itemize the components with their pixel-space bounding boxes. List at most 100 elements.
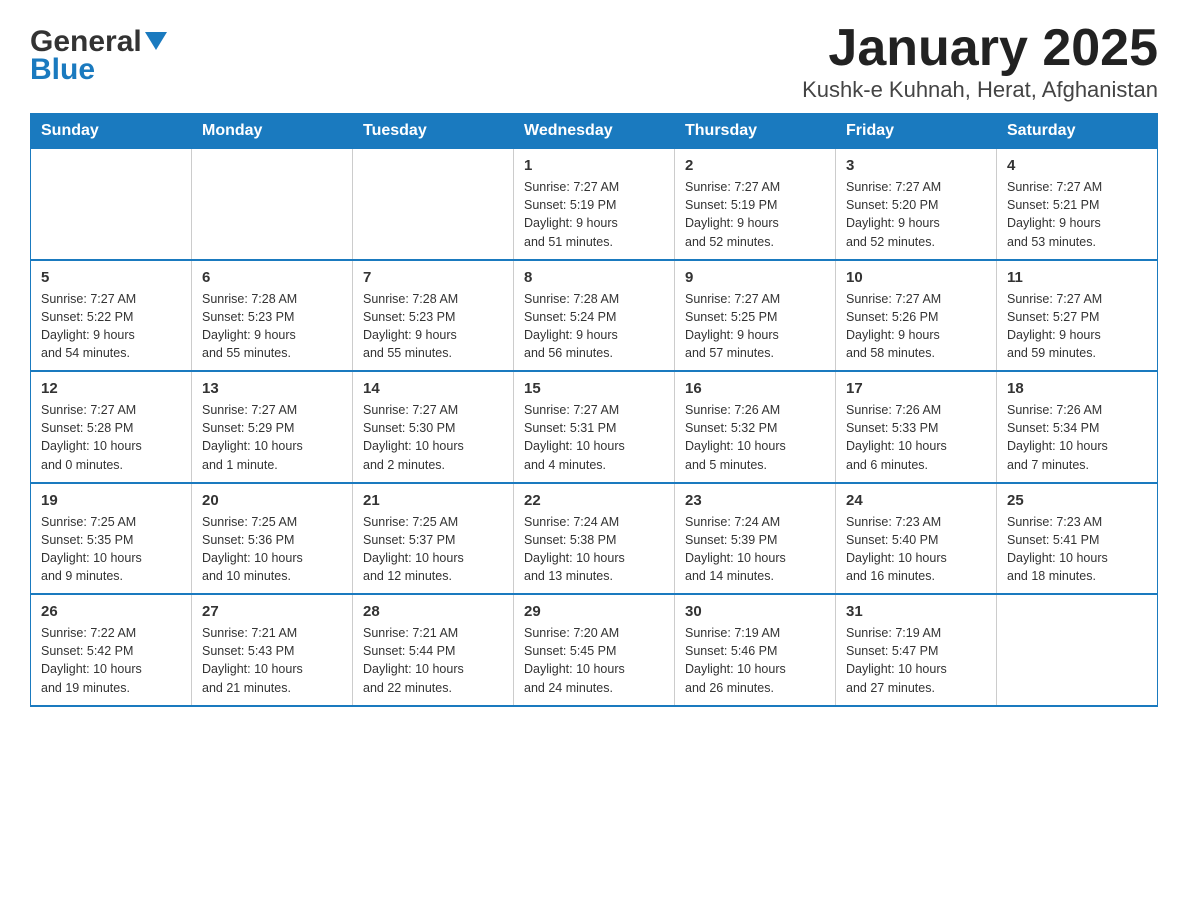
- day-info: Sunrise: 7:27 AMSunset: 5:31 PMDaylight:…: [524, 401, 664, 474]
- days-of-week-row: Sunday Monday Tuesday Wednesday Thursday…: [31, 114, 1158, 149]
- day-info: Sunrise: 7:27 AMSunset: 5:27 PMDaylight:…: [1007, 290, 1147, 363]
- logo-blue-text: Blue: [30, 53, 95, 87]
- day-info: Sunrise: 7:21 AMSunset: 5:44 PMDaylight:…: [363, 624, 503, 697]
- week-row-3: 12 Sunrise: 7:27 AMSunset: 5:28 PMDayligh…: [31, 371, 1158, 483]
- calendar-cell: 28Sunrise: 7:21 AMSunset: 5:44 PMDayligh…: [353, 594, 514, 706]
- day-number: 18: [1007, 380, 1147, 397]
- day-info: Sunrise: 7:27 AMSunset: 5:26 PMDaylight:…: [846, 290, 986, 363]
- day-number: 14: [363, 380, 503, 397]
- calendar-cell: 1 Sunrise: 7:27 AMSunset: 5:19 PMDaylight…: [514, 149, 675, 260]
- col-thursday: Thursday: [675, 114, 836, 149]
- calendar-cell: 13Sunrise: 7:27 AMSunset: 5:29 PMDayligh…: [192, 371, 353, 483]
- calendar-body: 1 Sunrise: 7:27 AMSunset: 5:19 PMDaylight…: [31, 149, 1158, 706]
- calendar-cell: 10Sunrise: 7:27 AMSunset: 5:26 PMDayligh…: [836, 260, 997, 372]
- calendar-table: Sunday Monday Tuesday Wednesday Thursday…: [30, 113, 1158, 707]
- calendar-cell: [192, 149, 353, 260]
- calendar-cell: 12 Sunrise: 7:27 AMSunset: 5:28 PMDayligh…: [31, 371, 192, 483]
- col-sunday: Sunday: [31, 114, 192, 149]
- week-row-1: 1 Sunrise: 7:27 AMSunset: 5:19 PMDaylight…: [31, 149, 1158, 260]
- day-info: Sunrise: 7:26 AMSunset: 5:32 PMDaylight:…: [685, 401, 825, 474]
- calendar-header: Sunday Monday Tuesday Wednesday Thursday…: [31, 114, 1158, 149]
- calendar-cell: 31 Sunrise: 7:19 AMSunset: 5:47 PMDayligh…: [836, 594, 997, 706]
- calendar-cell: 19 Sunrise: 7:25 AMSunset: 5:35 PMDayligh…: [31, 483, 192, 595]
- day-number: 4: [1007, 157, 1147, 174]
- day-info: Sunrise: 7:28 AMSunset: 5:23 PMDaylight:…: [202, 290, 342, 363]
- calendar-cell: 22Sunrise: 7:24 AMSunset: 5:38 PMDayligh…: [514, 483, 675, 595]
- day-number: 11: [1007, 269, 1147, 286]
- day-info: Sunrise: 7:23 AMSunset: 5:41 PMDaylight:…: [1007, 513, 1147, 586]
- day-info: Sunrise: 7:21 AMSunset: 5:43 PMDaylight:…: [202, 624, 342, 697]
- day-number: 23: [685, 492, 825, 509]
- day-info: Sunrise: 7:19 AMSunset: 5:47 PMDaylight:…: [846, 624, 986, 697]
- day-info: Sunrise: 7:27 AMSunset: 5:19 PMDaylight:…: [685, 178, 825, 251]
- week-row-5: 26 Sunrise: 7:22 AMSunset: 5:42 PMDayligh…: [31, 594, 1158, 706]
- calendar-cell: 30Sunrise: 7:19 AMSunset: 5:46 PMDayligh…: [675, 594, 836, 706]
- calendar-cell: 25Sunrise: 7:23 AMSunset: 5:41 PMDayligh…: [997, 483, 1158, 595]
- col-tuesday: Tuesday: [353, 114, 514, 149]
- day-info: Sunrise: 7:26 AMSunset: 5:34 PMDaylight:…: [1007, 401, 1147, 474]
- col-wednesday: Wednesday: [514, 114, 675, 149]
- calendar-cell: 16 Sunrise: 7:26 AMSunset: 5:32 PMDayligh…: [675, 371, 836, 483]
- calendar-cell: [31, 149, 192, 260]
- calendar-cell: 23Sunrise: 7:24 AMSunset: 5:39 PMDayligh…: [675, 483, 836, 595]
- day-info: Sunrise: 7:22 AMSunset: 5:42 PMDaylight:…: [41, 624, 181, 697]
- col-monday: Monday: [192, 114, 353, 149]
- day-number: 8: [524, 269, 664, 286]
- week-row-4: 19 Sunrise: 7:25 AMSunset: 5:35 PMDayligh…: [31, 483, 1158, 595]
- title-block: January 2025 Kushk-e Kuhnah, Herat, Afgh…: [802, 20, 1158, 103]
- day-number: 1: [524, 157, 664, 174]
- calendar-cell: 4 Sunrise: 7:27 AMSunset: 5:21 PMDaylight…: [997, 149, 1158, 260]
- calendar-cell: 9Sunrise: 7:27 AMSunset: 5:25 PMDaylight…: [675, 260, 836, 372]
- calendar-cell: 29 Sunrise: 7:20 AMSunset: 5:45 PMDayligh…: [514, 594, 675, 706]
- col-friday: Friday: [836, 114, 997, 149]
- week-row-2: 5Sunrise: 7:27 AMSunset: 5:22 PMDaylight…: [31, 260, 1158, 372]
- day-number: 5: [41, 269, 181, 286]
- logo-triangle-icon: [145, 32, 167, 50]
- page-title: January 2025: [802, 20, 1158, 77]
- logo: General Blue: [30, 20, 167, 87]
- calendar-cell: 21Sunrise: 7:25 AMSunset: 5:37 PMDayligh…: [353, 483, 514, 595]
- day-number: 26: [41, 603, 181, 620]
- day-info: Sunrise: 7:27 AMSunset: 5:30 PMDaylight:…: [363, 401, 503, 474]
- day-number: 29: [524, 603, 664, 620]
- calendar-cell: 11 Sunrise: 7:27 AMSunset: 5:27 PMDayligh…: [997, 260, 1158, 372]
- calendar-cell: 3 Sunrise: 7:27 AMSunset: 5:20 PMDaylight…: [836, 149, 997, 260]
- day-number: 16: [685, 380, 825, 397]
- day-number: 19: [41, 492, 181, 509]
- day-info: Sunrise: 7:24 AMSunset: 5:38 PMDaylight:…: [524, 513, 664, 586]
- day-number: 15: [524, 380, 664, 397]
- day-info: Sunrise: 7:27 AMSunset: 5:19 PMDaylight:…: [524, 178, 664, 251]
- day-number: 13: [202, 380, 342, 397]
- day-number: 20: [202, 492, 342, 509]
- calendar-cell: [353, 149, 514, 260]
- day-number: 24: [846, 492, 986, 509]
- day-info: Sunrise: 7:20 AMSunset: 5:45 PMDaylight:…: [524, 624, 664, 697]
- day-info: Sunrise: 7:25 AMSunset: 5:35 PMDaylight:…: [41, 513, 181, 586]
- calendar-cell: 24 Sunrise: 7:23 AMSunset: 5:40 PMDayligh…: [836, 483, 997, 595]
- day-number: 7: [363, 269, 503, 286]
- calendar-cell: 26 Sunrise: 7:22 AMSunset: 5:42 PMDayligh…: [31, 594, 192, 706]
- calendar-cell: 27 Sunrise: 7:21 AMSunset: 5:43 PMDayligh…: [192, 594, 353, 706]
- calendar-cell: 2Sunrise: 7:27 AMSunset: 5:19 PMDaylight…: [675, 149, 836, 260]
- day-number: 31: [846, 603, 986, 620]
- calendar-cell: 7 Sunrise: 7:28 AMSunset: 5:23 PMDaylight…: [353, 260, 514, 372]
- day-info: Sunrise: 7:27 AMSunset: 5:21 PMDaylight:…: [1007, 178, 1147, 251]
- calendar-cell: 20 Sunrise: 7:25 AMSunset: 5:36 PMDayligh…: [192, 483, 353, 595]
- calendar-cell: [997, 594, 1158, 706]
- calendar-cell: 8 Sunrise: 7:28 AMSunset: 5:24 PMDaylight…: [514, 260, 675, 372]
- day-info: Sunrise: 7:23 AMSunset: 5:40 PMDaylight:…: [846, 513, 986, 586]
- day-info: Sunrise: 7:28 AMSunset: 5:23 PMDaylight:…: [363, 290, 503, 363]
- calendar-cell: 18 Sunrise: 7:26 AMSunset: 5:34 PMDayligh…: [997, 371, 1158, 483]
- day-info: Sunrise: 7:28 AMSunset: 5:24 PMDaylight:…: [524, 290, 664, 363]
- day-info: Sunrise: 7:27 AMSunset: 5:20 PMDaylight:…: [846, 178, 986, 251]
- day-number: 17: [846, 380, 986, 397]
- day-number: 9: [685, 269, 825, 286]
- page-subtitle: Kushk-e Kuhnah, Herat, Afghanistan: [802, 77, 1158, 103]
- day-number: 3: [846, 157, 986, 174]
- day-info: Sunrise: 7:19 AMSunset: 5:46 PMDaylight:…: [685, 624, 825, 697]
- day-number: 12: [41, 380, 181, 397]
- day-number: 27: [202, 603, 342, 620]
- day-info: Sunrise: 7:25 AMSunset: 5:36 PMDaylight:…: [202, 513, 342, 586]
- day-info: Sunrise: 7:27 AMSunset: 5:28 PMDaylight:…: [41, 401, 181, 474]
- calendar-cell: 17Sunrise: 7:26 AMSunset: 5:33 PMDayligh…: [836, 371, 997, 483]
